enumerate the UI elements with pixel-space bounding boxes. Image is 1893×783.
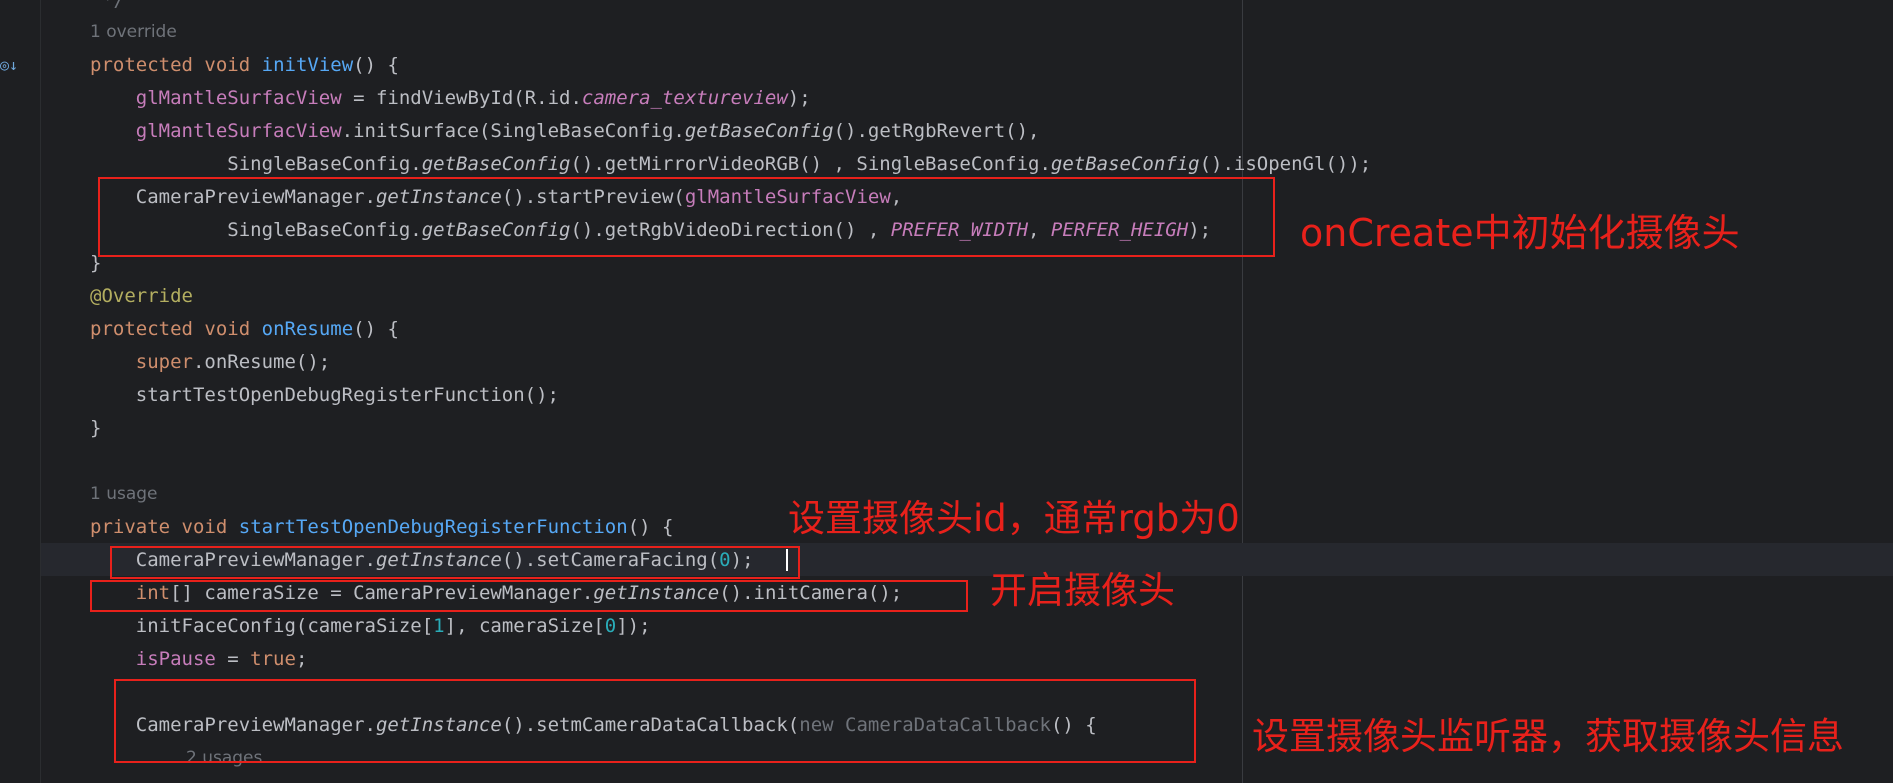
comment-end: */: [102, 0, 125, 11]
annotation-box-oncreate: [98, 177, 1275, 257]
annotation-label-camera-id: 设置摄像头id，通常rgb为0: [788, 497, 1240, 540]
annotation-box-camera-facing: [110, 546, 800, 579]
annotation-box-init-camera: [90, 580, 968, 612]
code-line-3: glMantleSurfacView.initSurface(SingleBas…: [135, 120, 1040, 142]
code-line-11: startTestOpenDebugRegisterFunction();: [90, 384, 559, 406]
code-line-12: }: [90, 417, 102, 439]
editor-gutter: ◎↓: [0, 0, 41, 783]
inlay-hint-override[interactable]: 1 override: [90, 16, 177, 49]
annotation-label-open-camera: 开启摄像头: [990, 569, 1175, 612]
right-margin-guide: [1242, 0, 1243, 783]
code-line-1: protected void initView() {: [90, 54, 399, 76]
code-line-10: super.onResume();: [135, 351, 331, 373]
annotation-label-listener: 设置摄像头监听器，获取摄像头信息: [1252, 715, 1844, 758]
code-line-13: private void startTestOpenDebugRegisterF…: [90, 516, 674, 538]
override-method-icon[interactable]: ◎↓: [0, 56, 18, 74]
code-line-8: @Override: [90, 285, 193, 307]
code-line-17: isPause = true;: [135, 648, 308, 670]
code-line-9: protected void onResume() {: [90, 318, 399, 340]
annotation-box-callback: [114, 679, 1196, 763]
annotation-label-oncreate: onCreate中初始化摄像头: [1300, 211, 1740, 255]
inlay-hint-usage[interactable]: 1 usage: [90, 478, 158, 511]
code-line-16: initFaceConfig(cameraSize[1], cameraSize…: [90, 615, 651, 637]
code-line-2: glMantleSurfacView = findViewById(R.id.c…: [135, 87, 811, 109]
